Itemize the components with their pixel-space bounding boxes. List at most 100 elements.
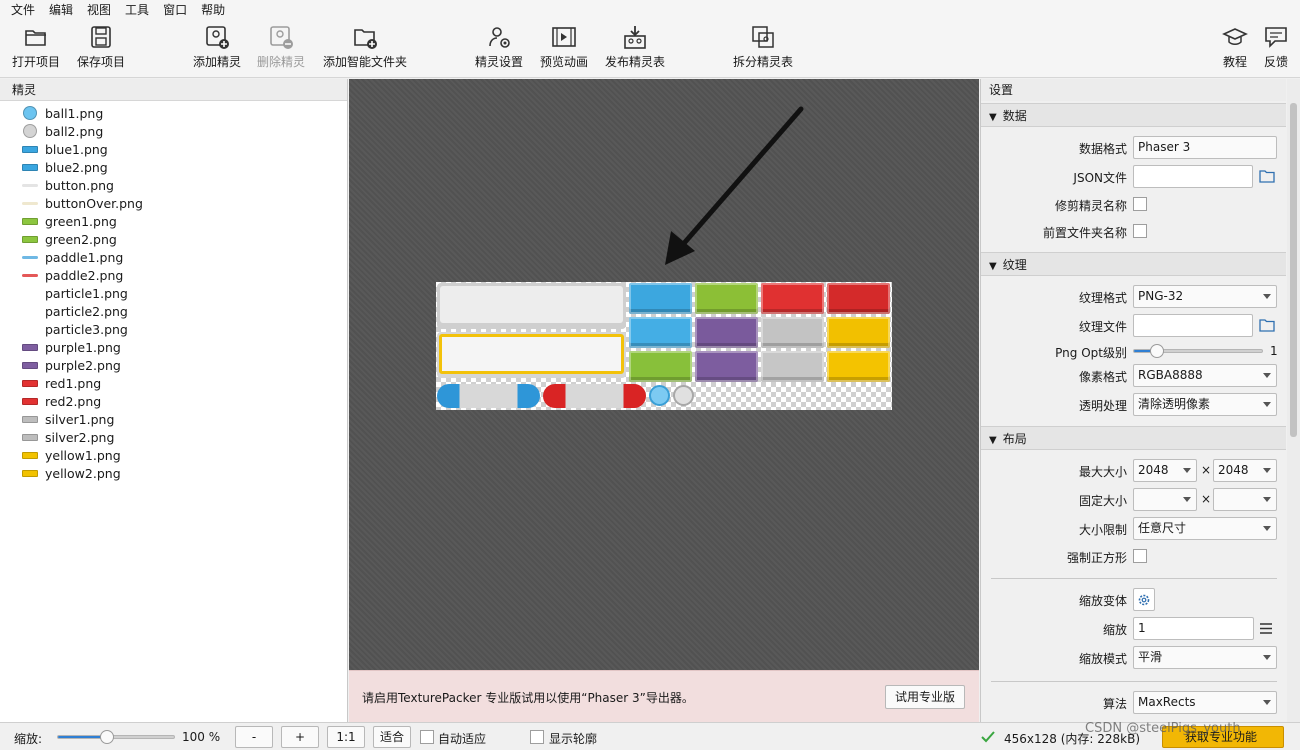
sprite-file-name: blue2.png <box>45 159 108 175</box>
algorithm-select[interactable]: MaxRects <box>1133 691 1277 714</box>
publish-sprite-sheet-button[interactable]: 发布精灵表 <box>605 24 665 74</box>
sprite-thumbnail-icon <box>22 340 38 354</box>
open-project-button[interactable]: 打开项目 <box>12 24 60 74</box>
scale-mode-select[interactable]: 平滑 <box>1133 646 1277 669</box>
folder-icon[interactable] <box>1259 318 1275 332</box>
texture-format-row: 纹理格式 PNG-32 <box>981 284 1286 310</box>
sprite-file-name: red2.png <box>45 393 102 409</box>
ball1-sprite <box>649 385 670 406</box>
tutorial-button[interactable]: 教程 <box>1222 24 1248 74</box>
sprite-list-item[interactable]: silver1.png <box>0 410 347 428</box>
show-outline-label: 显示轮廓 <box>549 732 598 746</box>
scrollbar-thumb[interactable] <box>1290 103 1297 437</box>
size-constraint-select[interactable]: 任意尺寸 <box>1133 517 1277 540</box>
collapse-triangle-icon: ▼ <box>989 261 997 272</box>
paddle2-sprite <box>543 384 646 408</box>
prepend-folder-checkbox[interactable] <box>1133 224 1147 238</box>
algorithm-label: 算法 <box>1102 697 1127 711</box>
trim-names-checkbox[interactable] <box>1133 197 1147 211</box>
pixel-format-select[interactable]: RGBA8888 <box>1133 364 1277 387</box>
menu-tools[interactable]: 工具 <box>118 0 156 20</box>
scale-input[interactable]: 1 <box>1133 617 1254 640</box>
sprite-list-item[interactable]: yellow1.png <box>0 446 347 464</box>
folder-icon[interactable] <box>1259 169 1275 183</box>
yellow2-sprite <box>827 351 890 382</box>
force-square-label: 强制正方形 <box>1066 551 1127 565</box>
zoom-out-button[interactable]: - <box>235 726 273 748</box>
menu-edit[interactable]: 编辑 <box>42 0 80 20</box>
json-file-input[interactable] <box>1133 165 1253 188</box>
sprite-list-item[interactable]: silver2.png <box>0 428 347 446</box>
menu-help[interactable]: 帮助 <box>194 0 232 20</box>
paddle1-sprite <box>437 384 540 408</box>
menu-lines-icon[interactable] <box>1260 623 1272 634</box>
menu-file[interactable]: 文件 <box>4 0 42 20</box>
max-height-select[interactable]: 2048 <box>1213 459 1277 482</box>
sprite-list-item[interactable]: purple2.png <box>0 356 347 374</box>
sprite-file-name: paddle2.png <box>45 267 124 283</box>
silver2-sprite <box>761 351 824 382</box>
menu-view[interactable]: 视图 <box>80 0 118 20</box>
sprite-list-item[interactable]: blue1.png <box>0 140 347 158</box>
max-width-select[interactable]: 2048 <box>1133 459 1197 482</box>
scale-row: 缩放 1 <box>981 616 1286 642</box>
sprite-file-name: paddle1.png <box>45 249 124 265</box>
section-layout[interactable]: ▼ 布局 <box>981 426 1286 450</box>
sprite-thumbnail-icon <box>22 160 38 174</box>
zoom-slider[interactable] <box>57 730 175 744</box>
save-project-button[interactable]: 保存项目 <box>77 24 125 74</box>
sprite-file-name: silver1.png <box>45 411 115 427</box>
data-format-label: 数据格式 <box>1078 142 1127 156</box>
zoom-fit-button[interactable]: 适合 <box>373 726 411 748</box>
sprite-list-item[interactable]: green2.png <box>0 230 347 248</box>
size-constraint-label: 大小限制 <box>1078 523 1127 537</box>
section-data[interactable]: ▼ 数据 <box>981 103 1286 127</box>
sprite-list-item[interactable]: particle3.png <box>0 320 347 338</box>
force-square-checkbox[interactable] <box>1133 549 1147 563</box>
preview-canvas[interactable] <box>349 79 979 670</box>
sprite-list-item[interactable]: red2.png <box>0 392 347 410</box>
sprite-list-item[interactable]: particle2.png <box>0 302 347 320</box>
sprite-list-item[interactable]: paddle1.png <box>0 248 347 266</box>
remove-sprite-button[interactable]: 删除精灵 <box>257 24 305 74</box>
zoom-1to1-button[interactable]: 1:1 <box>327 726 365 748</box>
sprite-list-item[interactable]: blue2.png <box>0 158 347 176</box>
add-smart-folder-button[interactable]: 添加智能文件夹 <box>323 24 407 74</box>
png-opt-knob[interactable] <box>1150 344 1164 358</box>
divider <box>991 681 1277 682</box>
times-sign: × <box>1201 463 1212 477</box>
preview-animation-button[interactable]: 预览动画 <box>540 24 588 74</box>
png-opt-slider[interactable] <box>1133 344 1263 358</box>
auto-fit-checkbox[interactable] <box>420 730 434 744</box>
fixed-width-select[interactable] <box>1133 488 1197 511</box>
section-texture-label: 纹理 <box>1002 258 1027 272</box>
section-texture[interactable]: ▼ 纹理 <box>981 252 1286 276</box>
feedback-button[interactable]: 反馈 <box>1263 24 1289 74</box>
add-sprite-button[interactable]: 添加精灵 <box>193 24 241 74</box>
fixed-height-select[interactable] <box>1213 488 1277 511</box>
settings-scrollbar[interactable] <box>1287 79 1300 722</box>
texture-format-select[interactable]: PNG-32 <box>1133 285 1277 308</box>
zoom-in-button[interactable]: + <box>281 726 319 748</box>
scale-variants-button[interactable] <box>1133 588 1155 611</box>
menu-window[interactable]: 窗口 <box>156 0 194 20</box>
show-outline-checkbox[interactable] <box>530 730 544 744</box>
sprite-list-item[interactable]: green1.png <box>0 212 347 230</box>
sprite-list-item[interactable]: particle1.png <box>0 284 347 302</box>
try-pro-button[interactable]: 试用专业版 <box>885 685 965 709</box>
sprite-list-item[interactable]: paddle2.png <box>0 266 347 284</box>
data-format-select[interactable]: Phaser 3 <box>1133 136 1277 159</box>
sprite-list-item[interactable]: buttonOver.png <box>0 194 347 212</box>
feedback-label: 反馈 <box>1263 55 1288 69</box>
sprite-list-item[interactable]: red1.png <box>0 374 347 392</box>
sprite-list-item[interactable]: purple1.png <box>0 338 347 356</box>
split-sprite-sheet-button[interactable]: 拆分精灵表 <box>733 24 793 74</box>
zoom-slider-knob[interactable] <box>99 730 114 744</box>
alpha-handling-select[interactable]: 清除透明像素 <box>1133 393 1277 416</box>
sprite-list-item[interactable]: button.png <box>0 176 347 194</box>
sprite-settings-button[interactable]: 精灵设置 <box>475 24 523 74</box>
sprite-list-item[interactable]: yellow2.png <box>0 464 347 482</box>
texture-file-input[interactable] <box>1133 314 1253 337</box>
sprite-list-item[interactable]: ball1.png <box>0 104 347 122</box>
sprite-list-item[interactable]: ball2.png <box>0 122 347 140</box>
